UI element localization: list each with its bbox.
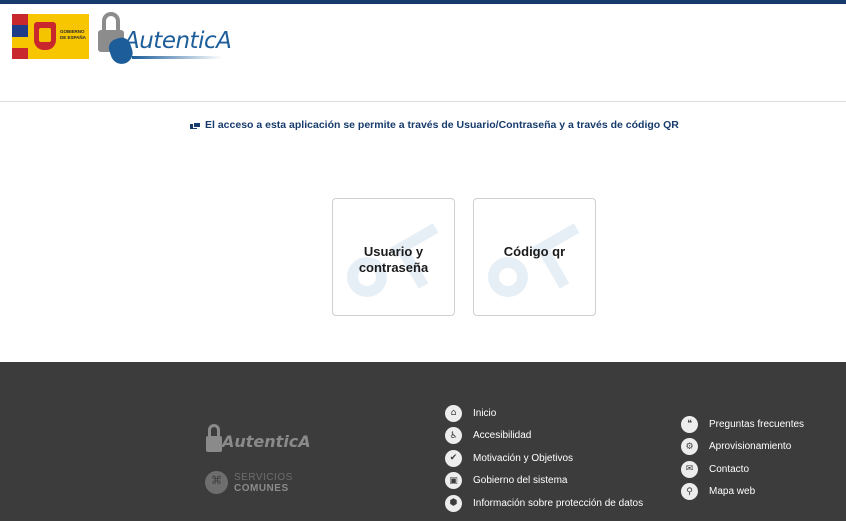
autentica-logo[interactable]: AutenticA (96, 12, 236, 68)
footer-link-label: Accesibilidad (473, 430, 532, 442)
access-notice: El acceso a esta aplicación se permite a… (190, 118, 679, 132)
gobierno-de-espana-logo[interactable]: GOBIERNO DE ESPAÑA (12, 14, 89, 59)
chat-bubbles-icon: ❝ (681, 415, 698, 433)
footer-autentica-wordmark: AutenticA (222, 432, 311, 451)
envelope-icon: ✉ (681, 460, 698, 478)
accessibility-icon: ♿ (445, 427, 462, 445)
footer-link-proteccion-datos[interactable]: ⬢ Información sobre protección de datos (445, 492, 643, 515)
footer-link-label: Gobierno del sistema (473, 475, 568, 487)
logo-underline (132, 56, 222, 59)
servicios-line-2: COMUNES (234, 483, 289, 494)
access-notice-text: El acceso a esta aplicación se permite a… (205, 119, 679, 131)
servicios-line-1: SERVICIOS (234, 472, 293, 483)
footer-link-label: Aprovisionamiento (709, 441, 792, 453)
gov-logo-line-2: DE ESPAÑA (60, 35, 86, 40)
servicios-comunes-logo[interactable]: SERVICIOS COMUNES (204, 468, 304, 496)
footer-link-preguntas[interactable]: ❝ Preguntas frecuentes (681, 413, 804, 436)
footer-link-label: Motivación y Objetivos (473, 452, 574, 464)
gov-logo-text: GOBIERNO DE ESPAÑA (60, 29, 86, 41)
site-footer: AutenticA SERVICIOS COMUNES ⌂ Inicio ♿ A… (0, 362, 846, 521)
login-qr-code-label: Código qr (474, 244, 595, 260)
footer-links-col-1: ⌂ Inicio ♿ Accesibilidad ✔ Motivación y … (445, 402, 643, 515)
footer-link-label: Contacto (709, 463, 750, 475)
footer-link-motivacion[interactable]: ✔ Motivación y Objetivos (445, 447, 643, 470)
flag-stripes (12, 14, 28, 59)
footer-autentica-logo[interactable]: AutenticA (204, 424, 311, 464)
footer-link-accesibilidad[interactable]: ♿ Accesibilidad (445, 425, 643, 448)
footer-link-label: Mapa web (709, 486, 756, 498)
coat-of-arms-icon (34, 22, 56, 50)
briefcase-icon: ▣ (445, 472, 462, 490)
login-qr-code-button[interactable]: Código qr (473, 198, 596, 316)
autentica-wordmark: AutenticA (124, 28, 232, 54)
footer-link-aprovisionamiento[interactable]: ⚙ Aprovisionamiento (681, 436, 804, 459)
gear-icon: ⚙ (681, 438, 698, 456)
watermark-logo-icon (486, 221, 586, 311)
footer-link-mapa-web[interactable]: ⚲ Mapa web (681, 481, 804, 504)
login-user-password-label: Usuario y contraseña (333, 244, 454, 276)
label-line-1: Usuario y (363, 244, 424, 259)
footer-link-label: Inicio (473, 407, 497, 419)
login-user-password-button[interactable]: Usuario y contraseña (332, 198, 455, 316)
footer-link-inicio[interactable]: ⌂ Inicio (445, 402, 643, 425)
footer-link-contacto[interactable]: ✉ Contacto (681, 458, 804, 481)
footer-link-label: Información sobre protección de datos (473, 497, 644, 509)
search-icon: ⚲ (681, 483, 698, 501)
label-line-2: contraseña (358, 260, 429, 275)
footer-lock-icon (206, 436, 222, 452)
shield-icon: ⬢ (445, 494, 462, 512)
footer-links-col-2: ❝ Preguntas frecuentes ⚙ Aprovisionamien… (681, 413, 804, 503)
site-header: GOBIERNO DE ESPAÑA AutenticA (0, 4, 846, 102)
footer-link-label: Preguntas frecuentes (709, 418, 805, 430)
servicios-comunes-icon (205, 471, 228, 494)
coat-of-arms-panel: GOBIERNO DE ESPAÑA (28, 14, 89, 59)
footer-link-gobierno[interactable]: ▣ Gobierno del sistema (445, 470, 643, 493)
chat-bubbles-icon (190, 121, 201, 129)
check-icon: ✔ (445, 449, 462, 467)
label-line-1: Código qr (503, 244, 566, 259)
home-icon: ⌂ (445, 404, 462, 422)
